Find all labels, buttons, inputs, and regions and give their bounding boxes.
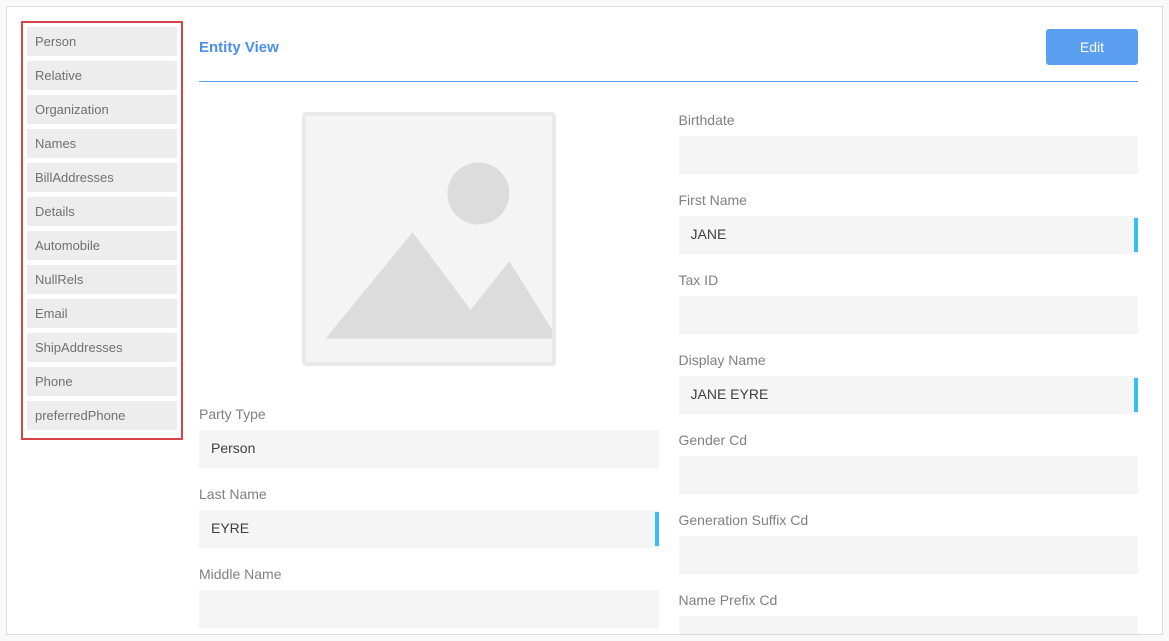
field-value: JANE	[679, 216, 1139, 254]
field-last-name: Last Name EYRE	[199, 486, 659, 548]
sidebar: Person Relative Organization Names BillA…	[21, 21, 183, 440]
field-value: EYRE	[199, 510, 659, 548]
field-label: Generation Suffix Cd	[679, 512, 1139, 528]
field-value	[679, 616, 1139, 635]
field-label: Middle Name	[199, 566, 659, 582]
field-label: Birthdate	[679, 112, 1139, 128]
sidebar-item-label: Phone	[35, 374, 73, 389]
field-value	[679, 456, 1139, 494]
main-panel: Entity View Edit Party Type	[199, 29, 1138, 634]
app-frame: Person Relative Organization Names BillA…	[6, 6, 1163, 635]
field-tax-id: Tax ID	[679, 272, 1139, 334]
sidebar-item-shipaddresses[interactable]: ShipAddresses	[27, 333, 177, 362]
sidebar-item-billaddresses[interactable]: BillAddresses	[27, 163, 177, 192]
field-display-name: Display Name JANE EYRE	[679, 352, 1139, 414]
sidebar-item-preferredphone[interactable]: preferredPhone	[27, 401, 177, 430]
sidebar-item-email[interactable]: Email	[27, 299, 177, 328]
sidebar-item-label: Details	[35, 204, 75, 219]
image-placeholder-icon	[302, 112, 556, 366]
field-label: First Name	[679, 192, 1139, 208]
edit-button[interactable]: Edit	[1046, 29, 1138, 65]
header-bar: Entity View Edit	[199, 29, 1138, 82]
page-title: Entity View	[199, 39, 279, 56]
field-label: Party Type	[199, 406, 659, 422]
field-label: Tax ID	[679, 272, 1139, 288]
sidebar-item-label: BillAddresses	[35, 170, 114, 185]
field-label: Gender Cd	[679, 432, 1139, 448]
sidebar-item-nullrels[interactable]: NullRels	[27, 265, 177, 294]
image-container	[199, 112, 659, 406]
sidebar-item-label: Person	[35, 34, 76, 49]
sidebar-item-label: Names	[35, 136, 76, 151]
field-label: Display Name	[679, 352, 1139, 368]
sidebar-item-label: Organization	[35, 102, 109, 117]
sidebar-item-names[interactable]: Names	[27, 129, 177, 158]
field-value: JANE EYRE	[679, 376, 1139, 414]
field-gender-cd: Gender Cd	[679, 432, 1139, 494]
field-value	[679, 296, 1139, 334]
field-label: Last Name	[199, 486, 659, 502]
field-birthdate: Birthdate	[679, 112, 1139, 174]
field-party-type: Party Type Person	[199, 406, 659, 468]
field-value	[199, 590, 659, 628]
left-column: Party Type Person Last Name EYRE Middle …	[199, 112, 659, 635]
sidebar-item-label: Automobile	[35, 238, 100, 253]
field-first-name: First Name JANE	[679, 192, 1139, 254]
field-value	[679, 536, 1139, 574]
sidebar-item-label: Relative	[35, 68, 82, 83]
sidebar-item-phone[interactable]: Phone	[27, 367, 177, 396]
sidebar-item-label: ShipAddresses	[35, 340, 122, 355]
sidebar-item-label: NullRels	[35, 272, 83, 287]
sidebar-item-label: preferredPhone	[35, 408, 125, 423]
field-value: Person	[199, 430, 659, 468]
sidebar-item-organization[interactable]: Organization	[27, 95, 177, 124]
field-label: Name Prefix Cd	[679, 592, 1139, 608]
field-generation-suffix-cd: Generation Suffix Cd	[679, 512, 1139, 574]
field-value	[679, 136, 1139, 174]
placeholder-svg	[306, 116, 552, 362]
sidebar-item-label: Email	[35, 306, 68, 321]
sidebar-item-person[interactable]: Person	[27, 27, 177, 56]
form-columns: Party Type Person Last Name EYRE Middle …	[199, 112, 1138, 635]
field-middle-name: Middle Name	[199, 566, 659, 628]
sidebar-item-relative[interactable]: Relative	[27, 61, 177, 90]
field-name-prefix-cd: Name Prefix Cd	[679, 592, 1139, 635]
sidebar-item-automobile[interactable]: Automobile	[27, 231, 177, 260]
right-column: Birthdate First Name JANE Tax ID Display…	[679, 112, 1139, 635]
sidebar-item-details[interactable]: Details	[27, 197, 177, 226]
